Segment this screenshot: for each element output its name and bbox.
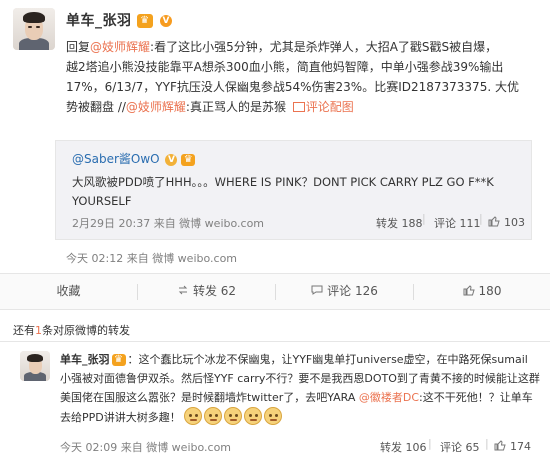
post-line: 势被翻盘 //@妓师辉耀:真正骂人的是苏猴 评论配图: [66, 100, 354, 114]
comment-icon: [311, 285, 323, 295]
emoji-icon: [184, 407, 203, 425]
thumbs-up-icon: [494, 440, 506, 451]
author-name[interactable]: 单车_张羽 ♛ V: [66, 10, 173, 30]
repost-notice[interactable]: 还有1条对原微博的转发: [13, 322, 130, 338]
repost-content: 大风歌被PDD喷了HHH。。。WHERE IS PINK？DONT PICK C…: [72, 175, 494, 208]
thumbs-up-icon: [463, 285, 475, 296]
reply-content: 单车_张羽 ♛ ：这个蠢比玩个冰龙不保幽鬼，让YYF幽鬼单打universe虚空，在…: [60, 350, 545, 427]
repost-comment-button[interactable]: 评论 111: [434, 215, 481, 231]
reply-like-button[interactable]: 174: [494, 439, 531, 453]
verified-icon: V: [160, 15, 173, 27]
reply-line: 单车_张羽 ♛ ：这个蠢比玩个冰龙不保幽鬼，让YYF幽鬼单打universe虚空，在…: [60, 353, 528, 366]
vip-icon: ♛: [136, 14, 153, 28]
author-name-text[interactable]: 单车_张羽: [66, 13, 132, 29]
mention-link[interactable]: @徽褛者DC: [359, 391, 419, 404]
emoji-icon: [224, 407, 243, 425]
vip-icon: ♛: [111, 354, 126, 366]
reply-comment-button[interactable]: 评论 65: [440, 439, 480, 455]
emoji-icon: [204, 407, 223, 425]
repost-author[interactable]: @Saber酱OwO: [72, 152, 160, 166]
verified-icon: V: [165, 153, 178, 166]
like-button[interactable]: 180: [414, 274, 550, 309]
comment-image-link[interactable]: 评论配图: [306, 100, 354, 114]
forward-button[interactable]: 转发 62: [138, 274, 275, 309]
avatar[interactable]: [13, 8, 55, 50]
post-timestamp[interactable]: 今天 02:12 来自 微博 weibo.com: [66, 250, 237, 266]
reply-line: 美国佬在国服这么嚣张？是时候翻墙炸twitter了，去吧YARA @徽褛者DC:…: [60, 391, 533, 404]
emoji-icon: [264, 407, 283, 425]
repost-timestamp[interactable]: 2月29日 20:37 来自 微博 weibo.com: [72, 215, 264, 231]
reply-line: 小强被对面德鲁伊双杀。然后怪YYF carry不行？要不是我西恩DOTO到了青黄…: [60, 372, 540, 385]
emoji-icon: [244, 407, 263, 425]
reply-footer: 今天 02:09 来自 微博 weibo.com 转发 106 | 评论 65 …: [0, 430, 550, 462]
action-bar: 收藏 转发 62 评论 126 180: [0, 273, 550, 310]
divider: |: [422, 212, 426, 225]
thumbs-up-icon: [488, 216, 500, 227]
favorite-button[interactable]: 收藏: [0, 274, 137, 309]
divider: |: [428, 437, 432, 450]
vip-icon: ♛: [181, 153, 196, 166]
reply-author[interactable]: 单车_张羽: [60, 353, 110, 366]
repost-forward-button[interactable]: 转发 188: [376, 215, 423, 231]
divider: |: [479, 212, 483, 225]
reply-timestamp[interactable]: 今天 02:09 来自 微博 weibo.com: [60, 439, 231, 455]
repost-author-line: @Saber酱OwO V ♛: [72, 150, 196, 167]
reply-line: 去给PPD讲讲大树多趣！: [60, 407, 545, 427]
post-line: 17%，6/13/7，YYF抗压没人保幽鬼参战54%伤害23%。比赛ID2187…: [66, 80, 519, 94]
mention-link[interactable]: @妓师辉耀: [126, 100, 186, 114]
post-line: 越2塔追小熊没技能靠平A想杀300血小熊，简直他妈智障，中单小强参战39%输出: [66, 60, 504, 74]
repost-box: @Saber酱OwO V ♛ 大风歌被PDD喷了HHH。。。WHERE IS P…: [55, 140, 532, 240]
repost-like-button[interactable]: 103: [488, 215, 525, 229]
reply-forward-button[interactable]: 转发 106: [380, 439, 427, 455]
forward-icon: [178, 285, 188, 295]
image-icon: [292, 102, 305, 112]
divider: |: [485, 437, 489, 450]
post-line: 回复@妓师辉耀:看了这比小强5分钟，尤其是杀炸弹人，大招A了戳S戳S被自爆，: [66, 40, 498, 54]
post-content: 回复@妓师辉耀:看了这比小强5分钟，尤其是杀炸弹人，大招A了戳S戳S被自爆， 越…: [66, 37, 541, 117]
mention-link[interactable]: @妓师辉耀: [90, 40, 150, 54]
comment-button[interactable]: 评论 126: [276, 274, 413, 309]
avatar[interactable]: [20, 351, 50, 381]
divider: [0, 341, 550, 342]
